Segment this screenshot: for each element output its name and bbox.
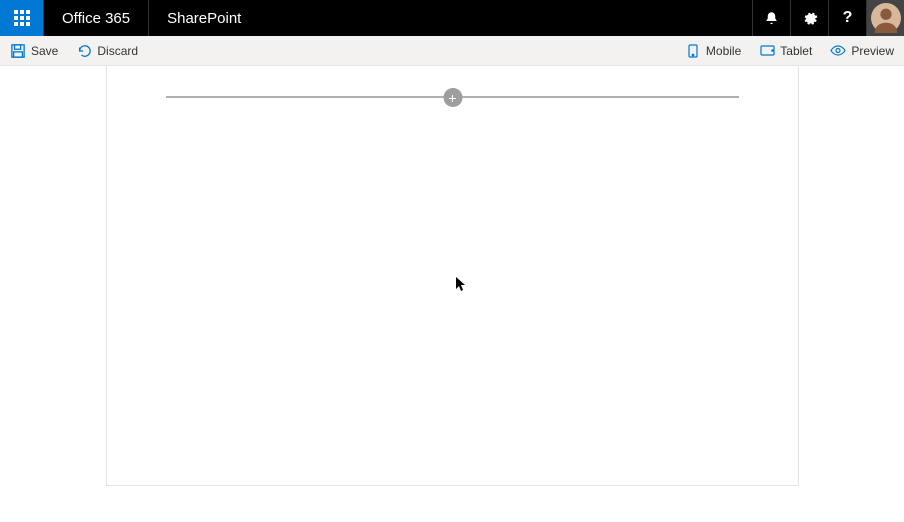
app-name[interactable]: SharePoint	[149, 0, 259, 36]
discard-label: Discard	[97, 44, 138, 58]
header-spacer	[259, 0, 752, 36]
tablet-label: Tablet	[780, 44, 812, 58]
help-button[interactable]: ?	[828, 0, 866, 36]
save-label: Save	[31, 44, 58, 58]
mobile-label: Mobile	[706, 44, 741, 58]
add-section-button[interactable]: +	[443, 88, 462, 107]
undo-icon	[76, 43, 92, 59]
plus-icon: +	[448, 91, 456, 105]
user-avatar[interactable]	[866, 0, 904, 36]
suite-brand[interactable]: Office 365	[44, 0, 149, 36]
avatar-icon	[871, 3, 901, 33]
question-icon: ?	[843, 9, 853, 27]
save-button[interactable]: Save	[10, 43, 58, 59]
tablet-view-button[interactable]: Tablet	[759, 43, 812, 59]
tablet-icon	[759, 43, 775, 59]
notifications-button[interactable]	[752, 0, 790, 36]
mobile-view-button[interactable]: Mobile	[685, 43, 741, 59]
waffle-icon	[14, 10, 30, 26]
preview-button[interactable]: Preview	[830, 43, 894, 59]
bell-icon	[764, 11, 779, 26]
app-launcher-button[interactable]	[0, 0, 44, 36]
eye-icon	[830, 43, 846, 59]
settings-button[interactable]	[790, 0, 828, 36]
mobile-icon	[685, 43, 701, 59]
gear-icon	[802, 10, 818, 26]
page-canvas[interactable]: +	[106, 66, 799, 486]
preview-label: Preview	[851, 44, 894, 58]
save-icon	[10, 43, 26, 59]
command-bar: Save Discard Mobile Tablet Preview	[0, 36, 904, 66]
discard-button[interactable]: Discard	[76, 43, 138, 59]
suite-header: Office 365 SharePoint ?	[0, 0, 904, 36]
